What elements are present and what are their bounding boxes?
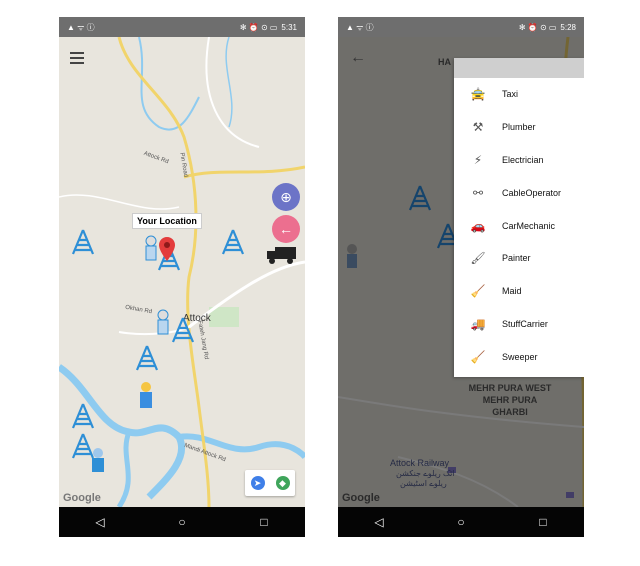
menu-hamburger-icon[interactable]: [70, 52, 84, 67]
nav-back-icon[interactable]: ◁: [88, 515, 112, 529]
menu-item-label: Maid: [502, 286, 522, 297]
service-dropdown-menu: 🚖 Taxi ⚒ Plumber ⚡ Electrician ⚯ CableOp…: [454, 58, 584, 377]
menu-item-label: Plumber: [502, 122, 536, 133]
google-logo: Google: [63, 492, 101, 504]
sweeper-marker-icon[interactable]: [87, 447, 109, 475]
menu-item-electrician[interactable]: ⚡ Electrician: [454, 144, 584, 177]
electrician-marker-icon[interactable]: [71, 403, 95, 429]
painter-icon: 🖌: [470, 251, 486, 266]
nav-home-icon[interactable]: ○: [170, 515, 194, 529]
status-bar: ▲ ᯤ ⓘ ✻ ⏰ ⊙ ▭ 5:28: [338, 17, 584, 37]
place-label: Attock Railway: [390, 458, 450, 468]
crosshair-icon: ⊕: [280, 188, 292, 205]
locate-me-button[interactable]: ⊕: [272, 183, 300, 211]
plumber-marker-icon[interactable]: [141, 235, 161, 263]
place-label: MEHR PURA: [482, 395, 538, 405]
place-label: HA: [438, 57, 451, 67]
phone-screen-map: ▲ ᯤ ⓘ ✻ ⏰ ⊙ ▭ 5:31 Attock Attock Rd Pin …: [59, 17, 305, 537]
electrician-marker-icon[interactable]: [135, 345, 159, 371]
place-label: GHARBI: [492, 407, 528, 417]
directions-icon[interactable]: ➤: [250, 476, 265, 490]
place-label: ریلوے اسٹیشن: [400, 479, 447, 488]
menu-item-painter[interactable]: 🖌 Painter: [454, 242, 584, 275]
truck-icon: 🚚: [470, 316, 486, 331]
menu-item-taxi[interactable]: 🚖 Taxi: [454, 78, 584, 111]
menu-item-label: CarMechanic: [502, 220, 556, 231]
android-nav-bar: ◁ ○ □: [338, 507, 584, 537]
status-time: 5:28: [560, 22, 576, 32]
plumber-marker-icon[interactable]: [342, 243, 362, 271]
plumber-icon: ⚒: [472, 120, 484, 135]
menu-header: [454, 58, 584, 78]
location-pin-icon[interactable]: [159, 237, 175, 261]
nav-back-icon[interactable]: ◁: [367, 515, 391, 529]
menu-item-plumber[interactable]: ⚒ Plumber: [454, 111, 584, 144]
electrician-icon: ⚡: [473, 152, 483, 167]
nav-recents-icon[interactable]: □: [252, 515, 276, 529]
worker-marker-icon[interactable]: [135, 381, 157, 411]
map-canvas: [59, 37, 305, 507]
menu-item-label: Painter: [502, 253, 531, 264]
menu-item-label: Taxi: [502, 89, 519, 100]
your-location-label: Your Location: [132, 213, 202, 229]
electrician-marker-icon[interactable]: [171, 317, 195, 343]
phone-screen-menu: ▲ ᯤ ⓘ ✻ ⏰ ⊙ ▭ 5:28 ← HA MEHR PURA WEST M…: [338, 17, 584, 537]
menu-item-label: CableOperator: [502, 187, 562, 198]
status-icons-left: ▲ ᯤ ⓘ: [346, 22, 374, 32]
taxi-icon: 🚖: [470, 87, 486, 102]
google-logo: Google: [342, 492, 380, 504]
arrow-left-icon: ←: [279, 221, 293, 237]
status-icons-right: ✻ ⏰ ⊙ ▭: [239, 22, 278, 32]
place-label: اٹک ریلوے جنکشن: [396, 469, 455, 478]
menu-item-cableoperator[interactable]: ⚯ CableOperator: [454, 176, 584, 209]
menu-item-label: StuffCarrier: [502, 318, 548, 329]
nav-home-icon[interactable]: ○: [449, 515, 473, 529]
menu-item-carmechanic[interactable]: 🚗 CarMechanic: [454, 209, 584, 242]
android-nav-bar: ◁ ○ □: [59, 507, 305, 537]
menu-item-sweeper[interactable]: 🧹 Sweeper: [454, 340, 584, 373]
truck-marker-icon[interactable]: [265, 245, 297, 265]
map-view[interactable]: Attock Attock Rd Pin Road Fateh Jang Rd …: [59, 37, 305, 507]
electrician-marker-icon[interactable]: [408, 185, 432, 211]
electrician-marker-icon[interactable]: [221, 229, 245, 255]
status-icons-right: ✻ ⏰ ⊙ ▭: [518, 22, 557, 32]
sweeper-icon: 🧹: [470, 349, 486, 364]
status-icons-left: ▲ ᯤ ⓘ: [67, 22, 95, 32]
status-bar: ▲ ᯤ ⓘ ✻ ⏰ ⊙ ▭ 5:31: [59, 17, 305, 37]
car-mechanic-icon: 🚗: [470, 218, 486, 233]
maid-icon: 🧹: [470, 284, 486, 299]
menu-item-label: Electrician: [502, 154, 544, 165]
nav-recents-icon[interactable]: □: [531, 515, 555, 529]
plumber-marker-icon[interactable]: [153, 309, 173, 337]
map-toolbar: ➤ ◆: [245, 470, 295, 496]
back-fab-button[interactable]: ←: [272, 215, 300, 243]
status-time: 5:31: [281, 22, 297, 32]
back-arrow-icon[interactable]: ←: [350, 49, 366, 67]
menu-item-stuffcarrier[interactable]: 🚚 StuffCarrier: [454, 308, 584, 341]
cable-operator-icon: ⚯: [472, 185, 484, 200]
electrician-marker-icon[interactable]: [71, 229, 95, 255]
place-label: MEHR PURA WEST: [468, 383, 552, 393]
google-maps-icon[interactable]: ◆: [275, 476, 290, 490]
menu-item-label: Sweeper: [502, 351, 538, 362]
menu-item-maid[interactable]: 🧹 Maid: [454, 275, 584, 308]
